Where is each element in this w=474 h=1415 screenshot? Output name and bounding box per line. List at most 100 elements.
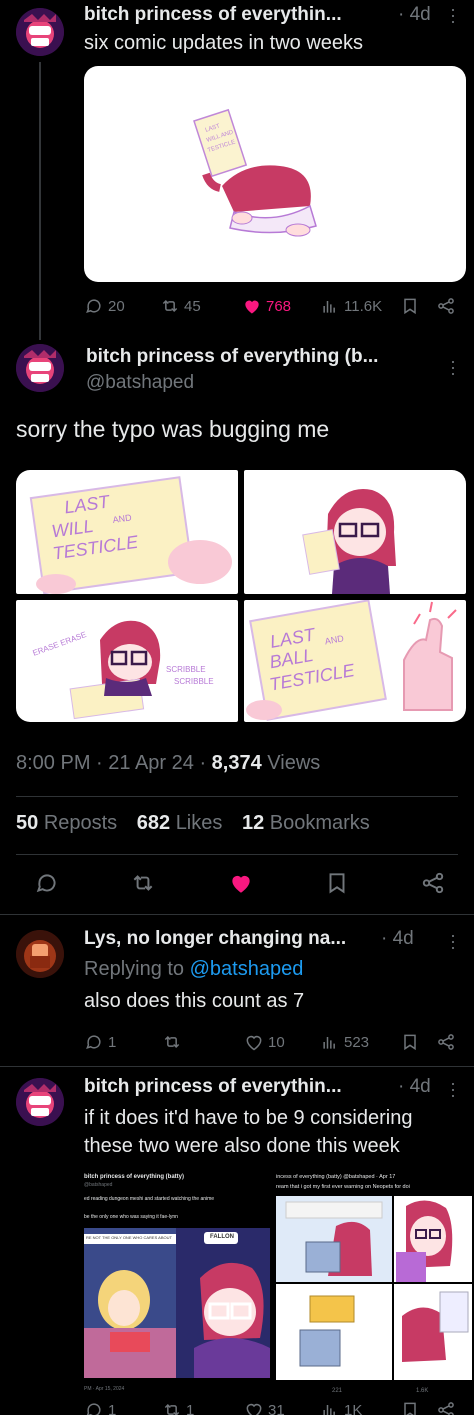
divider (0, 914, 474, 915)
reply-icon (86, 299, 101, 314)
shot-handle: @batshaped (84, 1182, 113, 1188)
heart-icon (246, 1035, 262, 1051)
avatar[interactable] (16, 930, 64, 978)
reposts-label: Reposts (43, 812, 118, 834)
shot-label: FALLON (210, 1234, 234, 1240)
reposts-count: 50 (16, 812, 39, 834)
share-button[interactable] (436, 1032, 456, 1052)
author-handle[interactable]: @batshaped (86, 372, 194, 394)
post-time[interactable]: · 4d (398, 1076, 431, 1098)
comic-panel-2[interactable] (244, 470, 466, 594)
likes-count: 682 (136, 812, 171, 834)
comic-panel-4[interactable]: LAST BALL AND TESTICLE (244, 600, 466, 722)
views-count: 11.6K (344, 297, 383, 315)
post-time[interactable]: · 4d (381, 928, 414, 950)
reply-button[interactable]: 20 (84, 296, 125, 316)
like-count: 10 (268, 1033, 285, 1051)
more-icon[interactable]: · · · (450, 0, 456, 30)
comic-text: SCRIBBLE (174, 677, 214, 686)
like-button[interactable]: 10 (244, 1032, 285, 1052)
author-name[interactable]: Lys, no longer changing na... (84, 928, 346, 950)
like-button[interactable] (228, 870, 254, 896)
more-icon[interactable]: · · · (450, 352, 456, 382)
shot-retweets: 221 (332, 1388, 343, 1394)
bookmark-icon (329, 873, 345, 894)
avatar[interactable] (16, 344, 64, 392)
reply-icon (86, 1035, 101, 1050)
avatar[interactable] (16, 1078, 64, 1126)
share-icon (438, 1402, 454, 1415)
views-label: Views (261, 752, 321, 774)
views-button[interactable]: 1K (320, 1400, 362, 1415)
post-meta: 8:00 PM · 21 Apr 24 · 8,374 Views (16, 752, 320, 775)
engagement-stats: 50 Reposts 682 Likes 12 Bookmarks (16, 812, 370, 835)
reply-icon (86, 1403, 101, 1415)
bookmark-button[interactable] (400, 1400, 420, 1415)
views-button[interactable]: 11.6K (320, 296, 382, 316)
comic-text: ERASE ERASE (31, 630, 87, 658)
like-button[interactable]: 768 (242, 296, 291, 316)
bookmark-icon (404, 1034, 416, 1051)
bookmark-button[interactable] (400, 296, 420, 316)
comic-text: SCRIBBLE (166, 665, 206, 674)
post-text: six comic updates in two weeks (84, 32, 364, 54)
like-button[interactable]: 31 (244, 1400, 285, 1415)
divider (16, 854, 458, 855)
bookmark-button[interactable] (400, 1032, 420, 1052)
author-name[interactable]: bitch princess of everythin... (84, 4, 342, 26)
reply-button[interactable]: 1 (84, 1400, 116, 1415)
repost-icon (164, 1403, 180, 1415)
repost-button[interactable]: 45 (160, 296, 201, 316)
attached-image-2[interactable]: incess of everything (batty) @batshaped … (276, 1168, 472, 1400)
more-icon[interactable]: · · · (450, 1074, 456, 1104)
like-count: 31 (268, 1401, 285, 1415)
avatar[interactable] (16, 8, 64, 56)
reply-count: 20 (108, 297, 125, 315)
repost-icon (133, 875, 153, 891)
comic-panel-1[interactable]: LAST WILL AND TESTICLE (16, 470, 238, 594)
reply-button[interactable]: 1 (84, 1032, 116, 1052)
repost-count: 1 (186, 1401, 195, 1415)
replying-handle-link[interactable]: @batshaped (190, 958, 304, 980)
shot-author: bitch princess of everything (batty) (84, 1174, 185, 1180)
likes-stat[interactable]: 682 Likes (137, 812, 223, 834)
reply-count: 1 (108, 1033, 117, 1051)
shot-likes: 1.6K (416, 1388, 429, 1394)
views-count: 1K (344, 1401, 363, 1415)
reply-button[interactable] (34, 870, 60, 896)
share-icon (438, 298, 454, 314)
post-text: sorry the typo was bugging me (16, 416, 330, 442)
like-count: 768 (266, 297, 292, 315)
reply-icon (36, 874, 56, 893)
shot-text: be the only one who was saying it fae-ly… (84, 1214, 178, 1220)
views-icon (323, 1037, 335, 1049)
bookmarks-count: 12 (241, 812, 265, 834)
repost-button[interactable] (130, 870, 156, 896)
share-button[interactable] (436, 296, 456, 316)
attached-image-1[interactable]: bitch princess of everything (batty) @ba… (84, 1168, 270, 1400)
views-button[interactable]: 523 (320, 1032, 369, 1052)
post-timestamp[interactable]: 8:00 PM · 21 Apr 24 · (16, 752, 212, 774)
comic-panel-3[interactable]: ERASE ERASE SCRIBBLE SCRIBBLE (16, 600, 238, 722)
shot-date: PM · Apr 15, 2024 (84, 1386, 125, 1392)
post-text: if it does it'd have to be 9 considering… (84, 1107, 413, 1157)
repost-button[interactable]: 1 (162, 1400, 194, 1415)
share-icon (438, 1034, 454, 1050)
share-button[interactable] (420, 870, 446, 896)
author-name[interactable]: bitch princess of everythin... (84, 1076, 342, 1098)
share-button[interactable] (436, 1400, 456, 1415)
views-count: 523 (344, 1033, 370, 1051)
views-icon (323, 1405, 335, 1415)
bookmark-button[interactable] (324, 870, 350, 896)
reposts-stat[interactable]: 50 Reposts (16, 812, 117, 834)
post-time[interactable]: · 4d (398, 4, 431, 26)
post-image[interactable]: LAST WILL AND TESTICLE (84, 66, 466, 282)
more-icon[interactable]: · · · (450, 926, 456, 956)
replying-to: Replying to @batshaped (84, 958, 303, 981)
bookmarks-stat[interactable]: 12 Bookmarks (242, 812, 370, 834)
shot-text: ed reading dungeon meshi and started wat… (84, 1196, 215, 1202)
repost-button[interactable] (162, 1032, 186, 1052)
author-name[interactable]: bitch princess of everything (b... (86, 346, 378, 368)
share-icon (422, 872, 444, 894)
shot-text: ream that i got my first ever warning on… (276, 1184, 410, 1190)
